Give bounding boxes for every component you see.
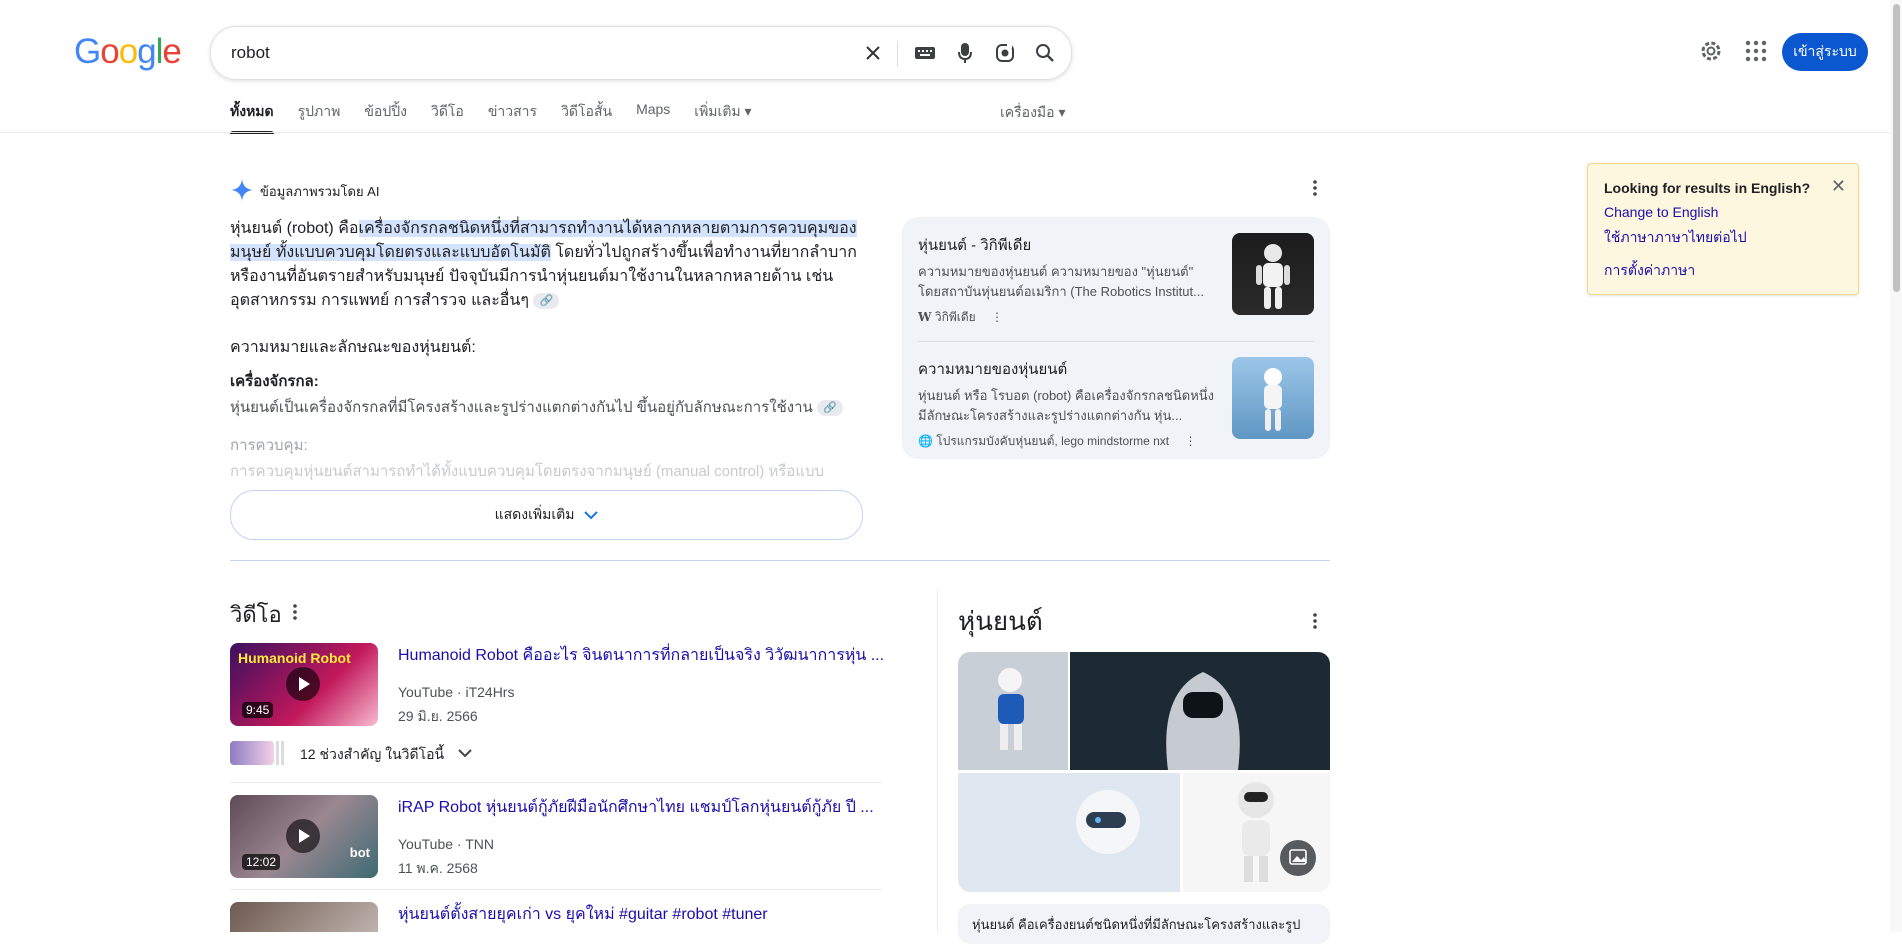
more-options-icon[interactable]: ⋮ [991,310,1003,324]
video-result[interactable]: bot 12:02 iRAP Robot หุ่นยนต์กู้ภัยฝีมือ… [230,795,882,879]
ai-sources-panel: หุ่นยนต์ - วิกิพีเดีย ความหมายของหุ่นยนต… [902,217,1330,459]
ai-subheading-control: การควบคุม: [230,437,308,454]
sign-in-button[interactable]: เข้าสู่ระบบ [1782,33,1868,71]
videos-more-options-icon[interactable] [293,604,297,625]
tab-shopping[interactable]: ข้อปปิ้ง [364,101,407,131]
chevron-down-icon [584,507,599,523]
video-thumbnail[interactable] [230,902,378,932]
video-date: 29 มิ.ย. 2566 [398,708,478,724]
video-thumbnail[interactable]: bot 12:02 [230,795,378,878]
video-separator [230,782,882,783]
ai-subtext-control: การควบคุมหุ่นยนต์สามารถทำได้ทั้งแบบควบคุ… [230,463,825,480]
source-image[interactable] [1232,357,1314,439]
key-moments-thumbnails [230,741,284,765]
video-duration: 12:02 [242,854,281,870]
ai-overview-divider [230,560,1330,561]
ai-subtext-machine-text: หุ่นยนต์เป็นเครื่องจักรกลที่มีโครงสร้างแ… [230,399,813,416]
tools-button[interactable]: เครื่องมือ ▾ [1000,102,1065,124]
thumbnail-text: bot [349,845,370,860]
show-more-button[interactable]: แสดงเพิ่มเติม [230,490,863,540]
video-title[interactable]: หุ่นยนต์ตั้งสายยุคเก่า vs ยุคใหม่ #guita… [398,902,768,927]
video-result[interactable]: หุ่นยนต์ตั้งสายยุคเก่า vs ยุคใหม่ #guita… [230,902,882,932]
source-image[interactable] [1232,233,1314,315]
source-card[interactable]: หุ่นยนต์ - วิกิพีเดีย ความหมายของหุ่นยนต… [918,233,1314,327]
knowledge-panel-title: หุ่นยนต์ [958,606,1043,636]
source-site-name: โปรแกรมบังคับหุ่นยนต์, lego mindstorme n… [936,434,1170,448]
knowledge-panel-description: หุ่นยนต์ คือเครื่องยนต์ชนิดหนึ่งที่มีลัก… [958,904,1330,944]
ai-overview-text: หุ่นยนต์ (robot) คือเครื่องจักรกลชนิดหนึ… [230,217,860,313]
video-title[interactable]: iRAP Robot หุ่นยนต์กู้ภัยฝีมือนักศึกษาไท… [398,795,874,820]
tab-news[interactable]: ข่าวสาร [488,101,537,131]
link-icon[interactable]: 🔗 [816,400,843,417]
close-icon[interactable]: ✕ [1831,176,1846,197]
language-suggestion-box: Looking for results in English? ✕ Change… [1587,163,1859,295]
tab-videos[interactable]: วิดีโอ [431,101,464,131]
keep-thai-link[interactable]: ใช้ภาษาภาษาไทยต่อไป [1604,227,1747,249]
search-box[interactable]: robot [210,26,1072,80]
google-logo[interactable]: Google [74,32,182,72]
wikipedia-icon: W [918,310,932,324]
source-site-name: วิกิพีเดีย [934,310,976,324]
lens-icon[interactable] [993,41,1017,65]
video-title[interactable]: Humanoid Robot คืออะไร จินตนาการที่กลายเ… [398,643,884,668]
tab-more[interactable]: เพิ่มเติม ▾ [694,101,751,131]
ai-section-heading: ความหมายและลักษณะของหุ่นยนต์: [230,339,476,356]
videos-heading: วิดีโอ [230,602,282,627]
source-card[interactable]: ความหมายของหุ่นยนต์ หุ่นยนต์ หรือ โรบอต … [918,357,1314,451]
settings-gear-icon[interactable] [1698,38,1724,64]
keyboard-icon[interactable] [913,41,937,65]
ai-sparkle-icon [230,178,254,207]
video-separator [230,889,882,890]
scrollbar-thumb[interactable] [1893,4,1900,292]
microphone-icon[interactable] [953,41,977,65]
tab-images[interactable]: รูปภาพ [298,101,341,131]
knowledge-panel-images[interactable] [958,652,1330,892]
robot-image-white [958,773,1180,892]
tab-maps[interactable]: Maps [636,101,670,131]
video-source: YouTube · TNN [398,836,494,852]
play-icon [286,819,320,853]
tab-all[interactable]: ทั้งหมด [230,101,274,134]
link-icon[interactable]: 🔗 [533,292,560,309]
video-result[interactable]: Humanoid Robot 9:45 Humanoid Robot คืออะ… [230,643,884,727]
source-desc: ความหมายของหุ่นยนต์ ความหมายของ "หุ่นยนต… [918,264,1204,299]
search-divider [897,41,898,67]
source-separator [918,341,1314,342]
video-thumbnail[interactable]: Humanoid Robot 9:45 [230,643,378,726]
apps-grid-icon[interactable] [1745,40,1767,62]
ai-subtext-machine: หุ่นยนต์เป็นเครื่องจักรกลที่มีโครงสร้างแ… [230,395,843,419]
video-source: YouTube · iT24Hrs [398,684,515,700]
more-options-icon[interactable]: ⋮ [1184,434,1196,448]
video-date: 11 พ.ค. 2568 [398,860,478,876]
source-desc: หุ่นยนต์ หรือ โรบอต (robot) คือเครื่องจั… [918,388,1215,423]
tab-short-videos[interactable]: วิดีโอสั้น [561,101,612,131]
language-settings-link[interactable]: การตั้งค่าภาษา [1604,260,1695,282]
header-divider [0,132,1890,133]
play-icon [286,667,320,701]
ai-overview-title: ข้อมูลภาพรวมโดย AI [260,184,380,199]
thumbnail-text: Humanoid Robot [238,650,351,666]
search-input[interactable]: robot [231,43,270,63]
globe-icon: 🌐 [918,434,933,448]
change-to-english-link[interactable]: Change to English [1604,204,1718,220]
show-more-label: แสดงเพิ่มเติม [494,506,575,522]
knowledge-panel-more-icon[interactable] [1313,613,1317,634]
knowledge-panel-divider [937,590,938,932]
clear-icon[interactable] [861,41,885,65]
chevron-down-icon [458,745,472,763]
video-duration: 9:45 [242,702,274,718]
search-tabs: ทั้งหมด รูปภาพ ข้อปปิ้ง วิดีโอ ข่าวสาร ว… [230,101,776,134]
ai-text-intro: หุ่นยนต์ (robot) คือ [230,220,359,237]
ai-subheading-machine: เครื่องจักรกล: [230,373,319,390]
key-moments-label: 12 ช่วงสำคัญ ในวิดีโอนี้ [300,746,445,762]
search-icon[interactable] [1033,41,1057,65]
language-question: Looking for results in English? [1604,180,1811,196]
ai-more-options-icon[interactable] [1313,180,1317,201]
